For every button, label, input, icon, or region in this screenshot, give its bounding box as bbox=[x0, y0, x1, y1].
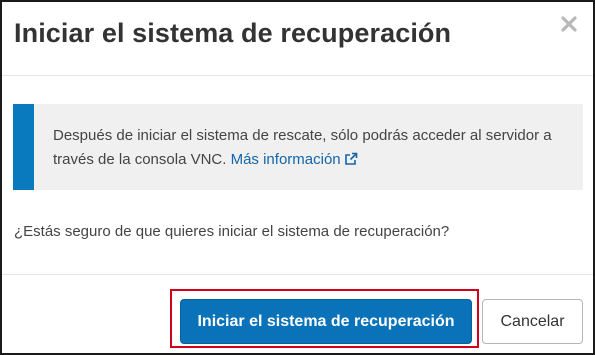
close-icon[interactable] bbox=[559, 14, 579, 34]
info-alert: Después de iniciar el sistema de rescate… bbox=[13, 104, 583, 190]
footer-divider bbox=[2, 274, 593, 275]
start-recovery-button[interactable]: Iniciar el sistema de recuperación bbox=[180, 299, 472, 344]
header-divider bbox=[2, 75, 593, 76]
more-info-link-label: Más información bbox=[230, 151, 341, 168]
alert-message: Después de iniciar el sistema de rescate… bbox=[53, 124, 563, 172]
more-info-link[interactable]: Más información bbox=[231, 151, 358, 168]
external-link-icon bbox=[344, 150, 358, 165]
dialog-title: Iniciar el sistema de recuperación bbox=[14, 18, 452, 48]
confirmation-question: ¿Estás seguro de que quieres iniciar el … bbox=[14, 223, 450, 240]
cancel-button[interactable]: Cancelar bbox=[482, 299, 583, 344]
recovery-dialog: Iniciar el sistema de recuperación Despu… bbox=[0, 0, 595, 355]
